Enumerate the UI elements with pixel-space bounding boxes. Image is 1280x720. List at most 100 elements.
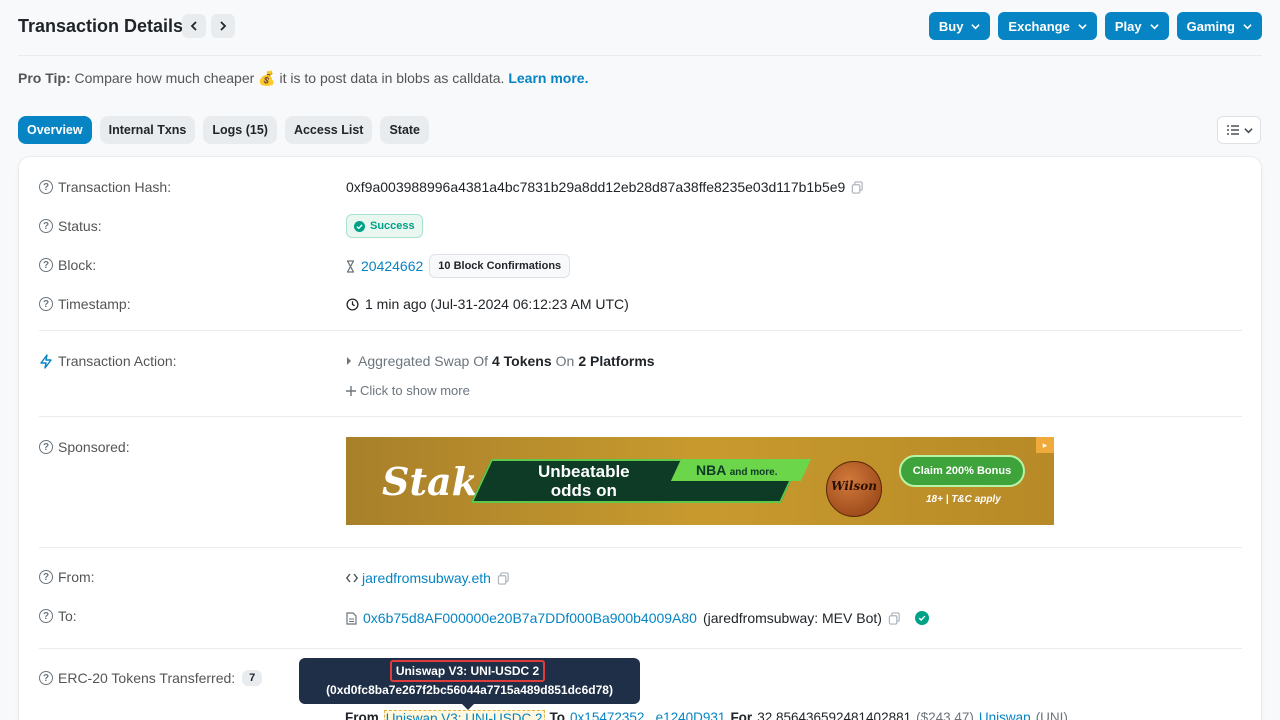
transfer-to-link[interactable]: 0x15472352...e1240D931 <box>570 710 725 720</box>
plus-icon <box>346 385 356 396</box>
action-prefix: Aggregated Swap Of <box>358 353 488 369</box>
ad-terms: 18+ | T&C apply <box>926 494 1001 505</box>
sponsored-ad-banner[interactable]: Stake Unbeatable odds on NBA and more. W… <box>346 437 1054 525</box>
tooltip-arrow <box>462 704 474 710</box>
ad-nba-text: NBA and more. <box>696 462 778 478</box>
action-tokens: 4 Tokens <box>491 353 552 369</box>
divider <box>39 648 1242 649</box>
chevron-down-icon <box>1243 23 1252 29</box>
contract-file-icon <box>346 611 357 625</box>
status-label: Status: <box>58 218 102 234</box>
hash-value-row: 0xf9a003988996a4381a4bc7831b29a8dd12eb28… <box>346 179 864 195</box>
block-label: Block: <box>58 257 97 273</box>
status-value-row: Success <box>346 214 423 238</box>
ad-choices-icon[interactable]: ▸ <box>1036 437 1054 453</box>
show-more-text: Click to show more <box>360 383 470 398</box>
chevron-left-icon <box>190 21 197 31</box>
copy-icon[interactable] <box>888 611 901 625</box>
code-icon <box>346 573 358 583</box>
transfer-from-label: From <box>345 710 379 720</box>
divider <box>39 547 1242 548</box>
to-label-row: ? To: <box>39 608 77 624</box>
exchange-menu-button[interactable]: Exchange <box>998 12 1097 40</box>
ad-nba-sub: and more. <box>729 467 778 478</box>
to-value-row: 0x6b75d8AF000000e20B7a7DDf000Ba900b4009A… <box>346 610 929 626</box>
status-text: Success <box>370 220 415 232</box>
ad-cta-button[interactable]: Claim 200% Bonus <box>899 455 1025 487</box>
chevron-down-icon <box>1078 23 1087 29</box>
tab-state[interactable]: State <box>380 116 430 144</box>
block-value-row: 20424662 10 Block Confirmations <box>346 254 571 278</box>
copy-icon[interactable] <box>851 180 864 194</box>
transfer-for-label: For <box>730 710 753 720</box>
next-tx-button[interactable] <box>211 14 235 38</box>
sponsored-label-row: ? Sponsored: <box>39 439 130 455</box>
question-icon: ? <box>39 570 53 584</box>
hash-label-row: ? Transaction Hash: <box>39 179 171 195</box>
action-label-row: Transaction Action: <box>39 353 177 369</box>
hash-label: Transaction Hash: <box>58 179 172 195</box>
tx-overview-card: ? Transaction Hash: 0xf9a003988996a4381a… <box>18 156 1262 720</box>
copy-icon[interactable] <box>497 571 510 585</box>
from-address-link[interactable]: jaredfromsubway.eth <box>362 570 491 586</box>
timestamp-label-row: ? Timestamp: <box>39 296 131 312</box>
question-icon: ? <box>39 297 53 311</box>
question-icon: ? <box>39 671 53 685</box>
transfer-from-link[interactable]: Uniswap V3: UNI-USDC 2 <box>383 710 545 720</box>
divider <box>39 416 1242 417</box>
top-menu: Buy Exchange Play Gaming <box>928 12 1262 40</box>
chevron-down-icon <box>971 23 981 29</box>
action-value-row[interactable]: Aggregated Swap Of 4 Tokens On 2 Platfor… <box>346 353 655 369</box>
transfer-token-link[interactable]: Uniswap <box>979 710 1031 720</box>
page-header: Transaction Details Buy Exchange Play Ga… <box>18 12 1262 56</box>
tx-hash-value: 0xf9a003988996a4381a4bc7831b29a8dd12eb28… <box>346 179 846 195</box>
transfer-amount: 32.856436592481402881 <box>757 710 912 720</box>
tab-access-list[interactable]: Access List <box>284 116 373 144</box>
status-badge: Success <box>346 214 423 238</box>
view-options-button[interactable] <box>1217 116 1261 144</box>
transfer-token-symbol: (UNI) <box>1035 710 1068 720</box>
gaming-menu-button[interactable]: Gaming <box>1176 12 1262 40</box>
buy-menu-label: Buy <box>938 18 964 34</box>
caret-right-icon <box>347 357 351 365</box>
hourglass-icon <box>346 259 355 273</box>
list-filter-icon <box>1226 125 1239 135</box>
to-label: To: <box>58 608 77 624</box>
address-tooltip: Uniswap V3: UNI-USDC 2 (0xd0fc8ba7e267f2… <box>299 658 640 704</box>
chevron-down-icon <box>1243 127 1253 133</box>
tab-overview[interactable]: Overview <box>18 116 92 144</box>
show-more-toggle[interactable]: Click to show more <box>346 383 470 398</box>
tab-logs[interactable]: Logs (15) <box>203 116 277 144</box>
play-menu-button[interactable]: Play <box>1104 12 1169 40</box>
previous-tx-button[interactable] <box>182 14 206 38</box>
from-value-row: jaredfromsubway.eth <box>346 570 510 586</box>
block-label-row: ? Block: <box>39 257 96 273</box>
tooltip-address: (0xd0fc8ba7e267f2bc56044a7715a489d851dc6… <box>326 683 613 697</box>
pro-tip-label: Pro Tip: <box>18 70 71 86</box>
verified-check-icon <box>914 611 929 625</box>
timestamp-label: Timestamp: <box>58 296 131 312</box>
pro-tip-text-before: Compare how much cheaper <box>74 70 255 86</box>
ad-title-line2: odds on <box>550 481 617 500</box>
learn-more-link[interactable]: Learn more. <box>508 70 588 86</box>
erc20-label: ERC-20 Tokens Transferred: <box>58 670 236 686</box>
check-circle-icon <box>354 220 365 232</box>
ad-ball-text: Wilson <box>831 479 877 493</box>
block-number-link[interactable]: 20424662 <box>361 258 423 274</box>
timestamp-value: 1 min ago (Jul-31-2024 06:12:23 AM UTC) <box>365 296 629 312</box>
token-transfer-row: From Uniswap V3: UNI-USDC 2 To 0x1547235… <box>345 710 1068 720</box>
chevron-down-icon <box>1149 23 1159 29</box>
erc20-count-badge: 7 <box>242 670 263 686</box>
to-address-link[interactable]: 0x6b75d8AF000000e20B7a7DDf000Ba900b4009A… <box>363 610 697 626</box>
pro-tip: Pro Tip: Compare how much cheaper 💰 it i… <box>18 70 588 87</box>
lightning-icon <box>40 353 52 369</box>
sponsored-label: Sponsored: <box>58 439 130 455</box>
buy-menu-button[interactable]: Buy <box>928 12 991 40</box>
tooltip-name: Uniswap V3: UNI-USDC 2 <box>390 660 545 682</box>
tab-internal-txns[interactable]: Internal Txns <box>99 116 196 144</box>
question-icon: ? <box>39 440 53 454</box>
question-icon: ? <box>39 609 53 623</box>
transfer-to-label: To <box>549 710 566 720</box>
status-label-row: ? Status: <box>39 218 102 234</box>
question-icon: ? <box>39 180 53 194</box>
